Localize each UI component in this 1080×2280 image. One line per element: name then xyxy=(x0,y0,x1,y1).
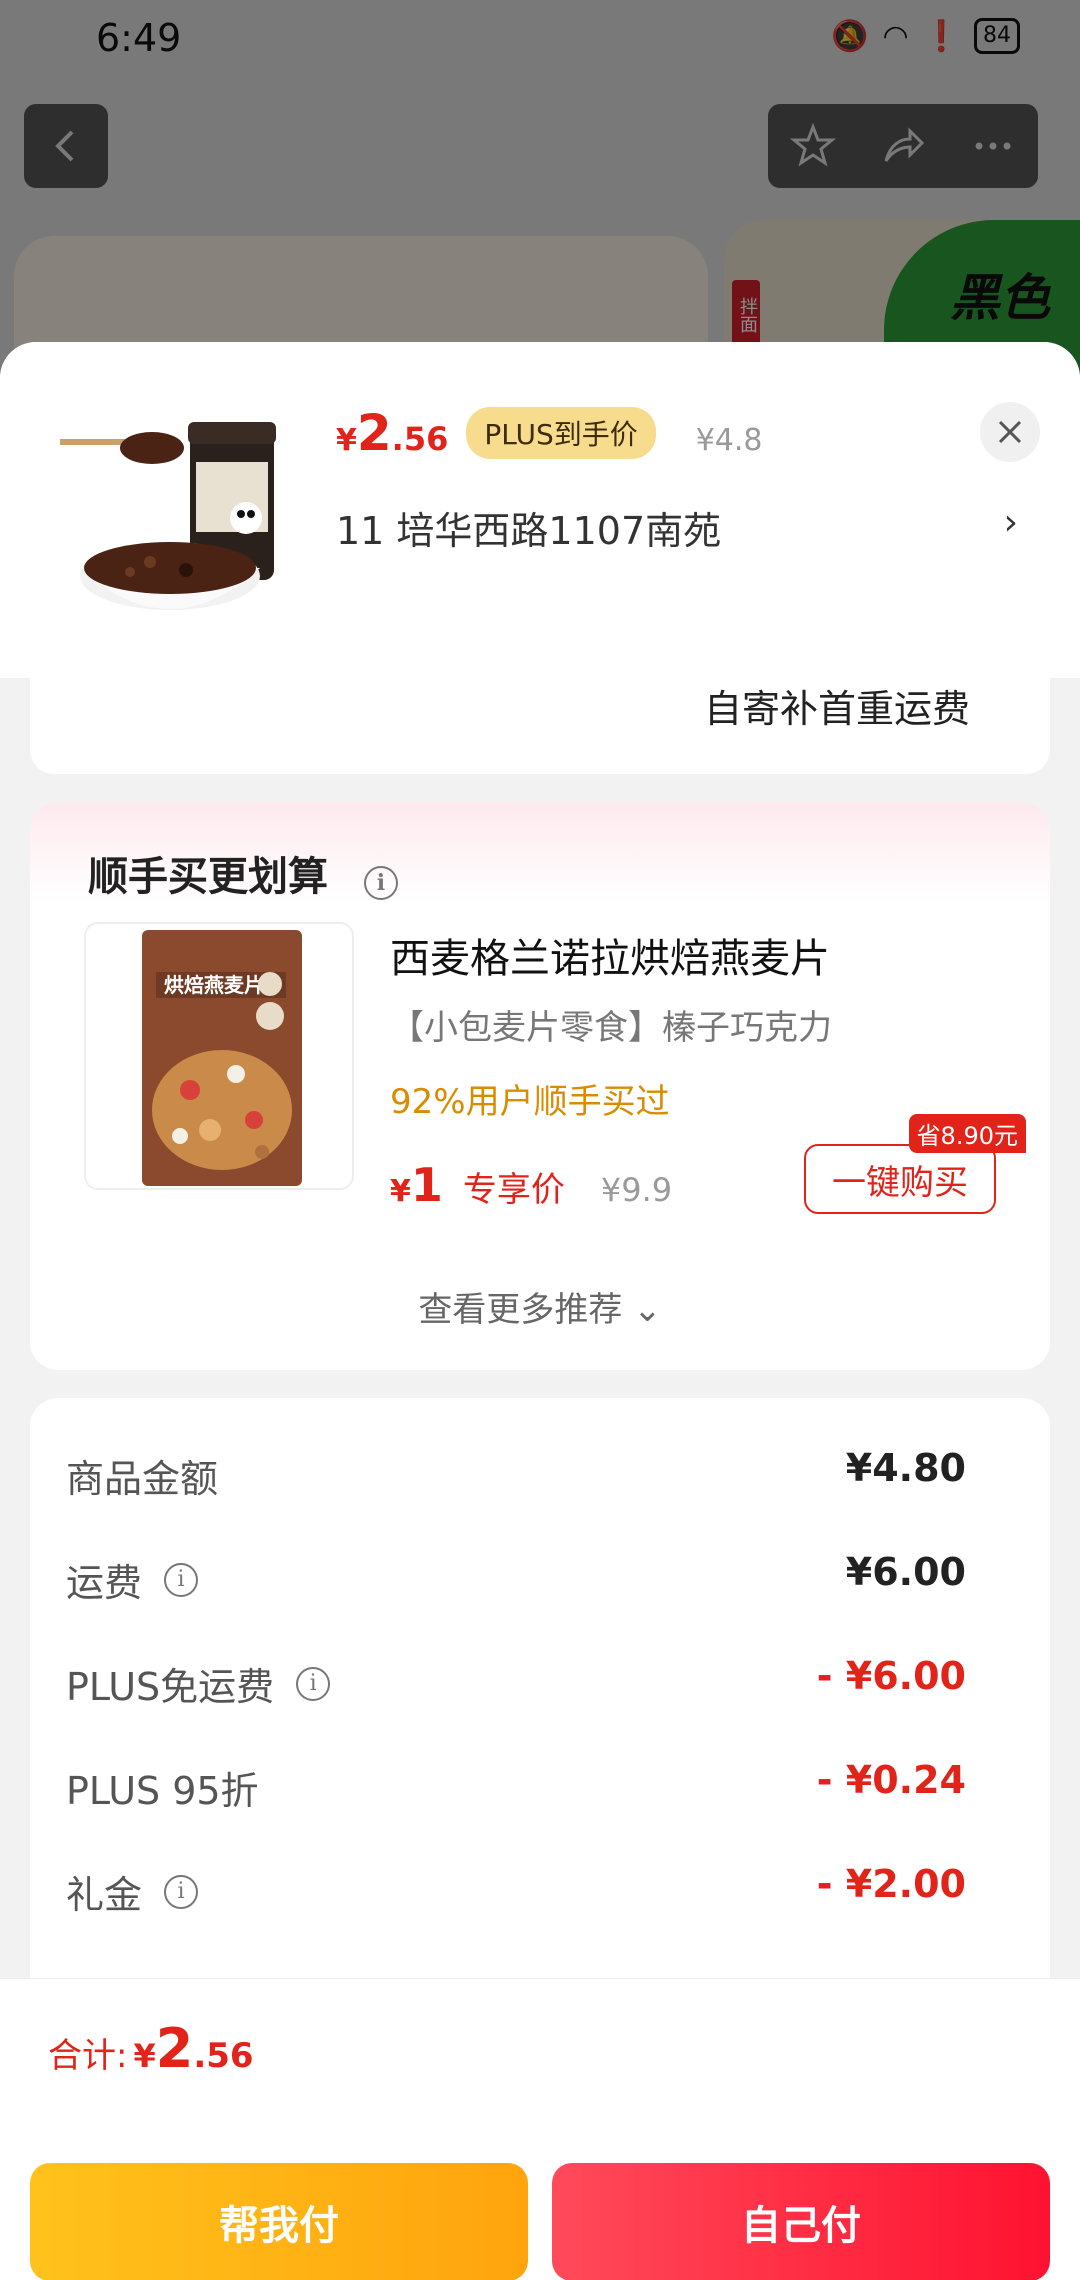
recommend-product-stat: 92%用户顺手买过 xyxy=(390,1082,670,1122)
more-recommendations-link[interactable]: 查看更多推荐 ⌄ xyxy=(30,1282,1050,1331)
checkout-footer: 合计: ¥ 2 .56 帮我付 自己付 xyxy=(0,1978,1080,2280)
cost-row-plus-discount: PLUS 95折 - ¥0.24 xyxy=(30,1750,1050,1820)
price-currency: ¥ xyxy=(336,423,357,458)
price-integer: 2 xyxy=(356,404,392,462)
recommend-product-image[interactable]: 烘焙燕麦片 xyxy=(84,922,354,1190)
cost-row-plus-free-shipping: PLUS免运费 i - ¥6.00 xyxy=(30,1646,1050,1716)
recommend-title-text: 顺手买更划算 xyxy=(88,854,328,900)
product-price-row: ¥ 2 .56 PLUS到手价 ¥4.8 xyxy=(336,404,763,465)
delivery-address[interactable]: 11 培华西路1107南苑 xyxy=(336,500,721,555)
total-integer: 2 xyxy=(155,2017,194,2080)
info-icon[interactable]: i xyxy=(164,1874,199,1909)
cost-row-goods: 商品金额 ¥4.80 xyxy=(30,1438,1050,1508)
cost-row-shipping: 运费 i ¥6.00 xyxy=(30,1542,1050,1612)
quick-buy-wrap: 一键购买 省8.90元 xyxy=(804,1114,1026,1218)
recommend-title: 顺手买更划算 i xyxy=(88,844,398,902)
shipping-note: 自寄补首重运费 xyxy=(703,687,970,731)
cost-label-text: 商品金额 xyxy=(66,1457,219,1501)
recommend-card: 顺手买更划算 i 烘焙燕麦片 西麦格兰诺拉烘焙燕麦片 【小包麦片零食】榛子巧克力… xyxy=(30,802,1050,1370)
total-decimal: .56 xyxy=(193,2036,254,2076)
cost-label: 运费 i xyxy=(66,1552,199,1607)
info-icon[interactable]: i xyxy=(296,1666,331,1701)
close-icon xyxy=(998,420,1022,444)
cost-value: - ¥0.24 xyxy=(816,1758,966,1802)
cost-label: PLUS免运费 i xyxy=(66,1656,331,1711)
checkout-sheet: ¥ 2 .56 PLUS到手价 ¥4.8 11 培华西路1107南苑 › 自寄补… xyxy=(0,342,1080,2280)
sauce-product-illustration xyxy=(60,422,276,610)
cost-breakdown: 商品金额 ¥4.80 运费 i ¥6.00 PLUS免运费 i - ¥6.00 PL… xyxy=(30,1398,1050,1998)
product-image xyxy=(60,400,300,640)
cost-value: ¥6.00 xyxy=(845,1550,966,1594)
cost-label-text: PLUS 95折 xyxy=(66,1769,259,1813)
recommend-price-row: ¥ 1 专享价 ¥9.9 xyxy=(390,1158,672,1212)
self-pay-button[interactable]: 自己付 xyxy=(552,2163,1050,2280)
info-icon[interactable]: i xyxy=(164,1562,199,1597)
sheet-header: ¥ 2 .56 PLUS到手价 ¥4.8 11 培华西路1107南苑 › xyxy=(0,342,1080,678)
recommend-original-price: ¥9.9 xyxy=(600,1171,673,1209)
recommend-product-subtitle: 【小包麦片零食】榛子巧克力 xyxy=(390,1008,832,1048)
total-currency: ¥ xyxy=(133,2037,156,2075)
cost-value: - ¥2.00 xyxy=(816,1862,966,1906)
cost-label-text: PLUS免运费 xyxy=(66,1665,275,1709)
recommend-price-currency: ¥ xyxy=(390,1174,411,1209)
recommend-price-integer: 1 xyxy=(410,1158,443,1212)
help-pay-button[interactable]: 帮我付 xyxy=(30,2163,528,2280)
total-label: 合计: xyxy=(48,2036,128,2076)
chevron-right-icon[interactable]: › xyxy=(1004,502,1018,543)
price-decimal: .56 xyxy=(391,420,449,458)
exclusive-price-label: 专享价 xyxy=(462,1170,565,1210)
save-badge: 省8.90元 xyxy=(908,1114,1026,1153)
total-row: 合计: ¥ 2 .56 xyxy=(48,2017,254,2080)
cost-label: PLUS 95折 xyxy=(66,1760,259,1815)
close-button[interactable] xyxy=(980,402,1040,462)
cost-label-text: 礼金 xyxy=(66,1873,143,1917)
package-text: 烘焙燕麦片 xyxy=(164,973,264,997)
oat-package-illustration: 烘焙燕麦片 xyxy=(142,930,302,1186)
cost-label: 商品金额 xyxy=(66,1448,218,1503)
cost-value: - ¥6.00 xyxy=(816,1654,966,1698)
info-icon[interactable]: i xyxy=(363,866,398,900)
plus-price-badge: PLUS到手价 xyxy=(466,407,656,459)
cost-label: 礼金 i xyxy=(66,1864,199,1919)
shipping-card: 自寄补首重运费 xyxy=(30,678,1050,774)
cost-label-text: 运费 xyxy=(66,1561,143,1605)
quick-buy-button[interactable]: 一键购买 xyxy=(804,1144,996,1214)
recommend-product-name[interactable]: 西麦格兰诺拉烘焙燕麦片 xyxy=(390,926,830,984)
cost-row-gift-money: 礼金 i - ¥2.00 xyxy=(30,1854,1050,1924)
cost-value: ¥4.80 xyxy=(845,1446,966,1490)
original-price: ¥4.8 xyxy=(695,423,763,458)
